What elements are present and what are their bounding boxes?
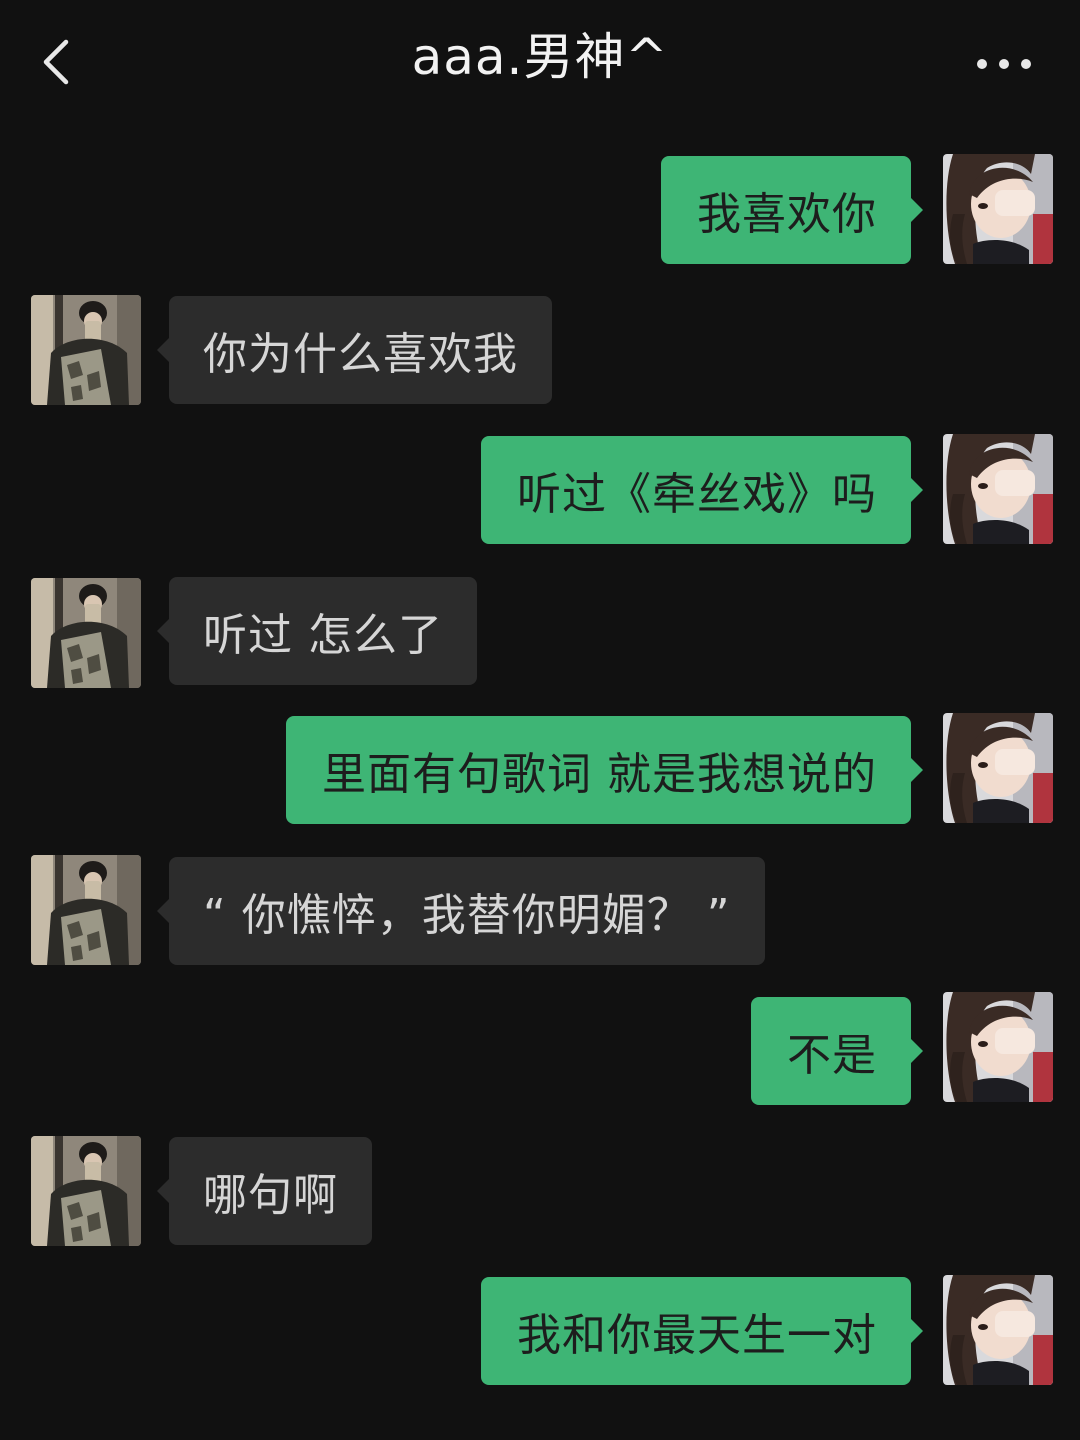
- message-bubble-incoming[interactable]: 听过 怎么了: [157, 577, 477, 685]
- message-bubble-outgoing[interactable]: 我喜欢你: [661, 156, 923, 264]
- message-text: 听过 怎么了: [203, 610, 443, 661]
- contact-avatar[interactable]: [31, 1136, 141, 1246]
- message-bubble-outgoing[interactable]: 不是: [751, 997, 923, 1105]
- contact-avatar[interactable]: [31, 295, 141, 405]
- my-avatar[interactable]: [943, 713, 1053, 823]
- message-bubble-incoming[interactable]: 哪句啊: [157, 1137, 372, 1245]
- message-bubble-outgoing[interactable]: 我和你最天生一对: [481, 1277, 923, 1385]
- my-avatar[interactable]: [943, 992, 1053, 1102]
- message-text: “ 你憔悴，我替你明媚？ ”: [203, 890, 731, 941]
- chat-title: aaa.男神^: [411, 28, 669, 86]
- chat-header: aaa.男神^: [0, 0, 1080, 130]
- message-text: 你为什么喜欢我: [203, 329, 518, 380]
- message-bubble-outgoing[interactable]: 里面有句歌词 就是我想说的: [286, 716, 923, 824]
- contact-avatar[interactable]: [31, 855, 141, 965]
- my-avatar[interactable]: [943, 1275, 1053, 1385]
- contact-avatar[interactable]: [31, 578, 141, 688]
- message-bubble-incoming[interactable]: “ 你憔悴，我替你明媚？ ”: [157, 857, 765, 965]
- message-bubble-incoming[interactable]: 你为什么喜欢我: [157, 296, 552, 404]
- message-text: 听过《牵丝戏》吗: [517, 469, 877, 520]
- message-text: 我喜欢你: [697, 189, 877, 240]
- my-avatar[interactable]: [943, 154, 1053, 264]
- ellipsis-icon[interactable]: [968, 44, 1040, 84]
- message-text: 哪句啊: [203, 1170, 338, 1221]
- my-avatar[interactable]: [943, 434, 1053, 544]
- message-text: 我和你最天生一对: [517, 1310, 877, 1361]
- message-bubble-outgoing[interactable]: 听过《牵丝戏》吗: [481, 436, 923, 544]
- message-text: 里面有句歌词 就是我想说的: [322, 749, 877, 800]
- message-text: 不是: [787, 1030, 877, 1081]
